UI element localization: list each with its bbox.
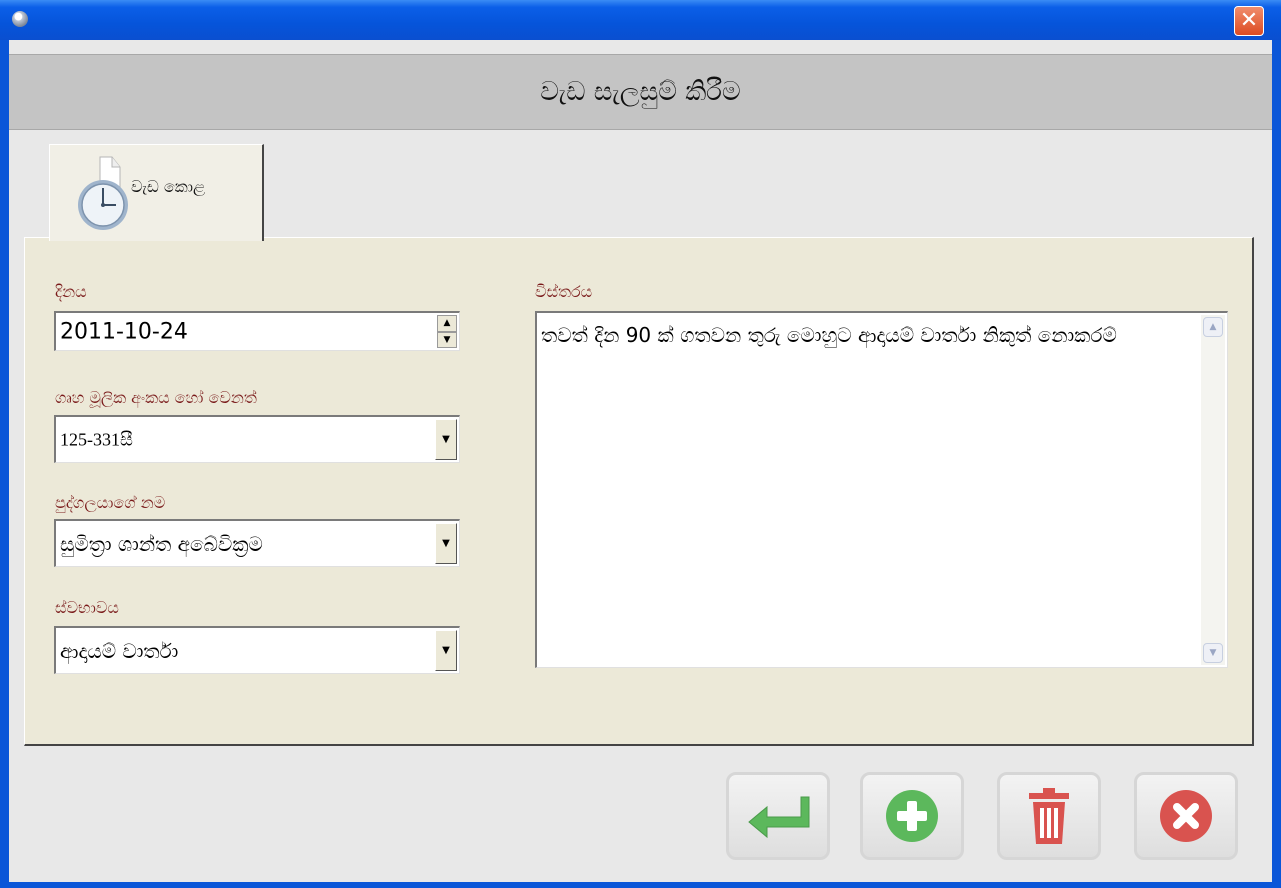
work-sheet-panel: දිනය 2011-10-24 ▲ ▼ ගෘහ මූලික අංකය හෝ වෙ… [24, 237, 1254, 746]
close-circle-icon [1160, 790, 1212, 842]
tab-work-sheet[interactable]: වැඩ කොළ [49, 144, 264, 241]
description-label: විස්තරය [535, 282, 593, 301]
nature-value: ආදායම් වාර්තා [60, 638, 179, 663]
date-field[interactable]: 2011-10-24 ▲ ▼ [54, 311, 460, 351]
house-id-label: ගෘහ මූලික අංකය හෝ වෙනත් [55, 388, 257, 407]
house-id-select[interactable]: 125-331සී ▼ [54, 415, 460, 463]
date-label: දිනය [55, 282, 87, 301]
person-name-label: පුද්ගලයාගේ නම [55, 493, 166, 512]
plus-icon [886, 790, 938, 842]
delete-button[interactable] [997, 772, 1101, 860]
vertical-scrollbar[interactable]: ▲ ▼ [1201, 315, 1225, 665]
person-name-select[interactable]: සුමිත්‍රා ශාන්ත අබේවික්‍රම ▼ [54, 519, 460, 567]
clock-icon [78, 156, 128, 230]
date-spinner[interactable]: ▲ ▼ [437, 315, 457, 348]
title-bar[interactable]: ✕ [0, 0, 1281, 40]
spin-up-icon[interactable]: ▲ [437, 315, 457, 332]
person-name-value: සුමිත්‍රා ශාන්ත අබේවික්‍රම [60, 531, 263, 556]
add-button[interactable] [860, 772, 964, 860]
client-area: වැඩ සැලසුම් කිරීම වැඩ කොළ දිනය 2011-10-2… [9, 40, 1272, 882]
cancel-button[interactable] [1134, 772, 1238, 860]
enter-arrow-icon [748, 796, 810, 839]
form-header: වැඩ සැලසුම් කිරීම [9, 54, 1272, 130]
scroll-down-icon[interactable]: ▼ [1203, 643, 1223, 663]
house-id-value: 125-331සී [60, 429, 133, 449]
app-icon[interactable] [12, 11, 28, 27]
app-window: ✕ වැඩ සැලසුම් කිරීම වැඩ කොළ දිනය 2011-10… [0, 0, 1281, 888]
nature-label: ස්වභාවය [55, 598, 119, 617]
description-value: තවත් දින 90 ක් ගතවන තුරු මොහුට ආදායම් වා… [541, 323, 1117, 347]
tab-label: වැඩ කොළ [131, 177, 206, 196]
date-value: 2011-10-24 [60, 319, 188, 344]
chevron-down-icon[interactable]: ▼ [435, 419, 457, 460]
nature-select[interactable]: ආදායම් වාර්තා ▼ [54, 626, 460, 674]
window-close-button[interactable]: ✕ [1234, 6, 1264, 36]
chevron-down-icon[interactable]: ▼ [435, 630, 457, 671]
description-textarea[interactable]: තවත් දින 90 ක් ගතවන තුරු මොහුට ආදායම් වා… [535, 311, 1228, 668]
page-title: වැඩ සැලසුම් කිරීම [540, 76, 741, 107]
trash-icon [1029, 788, 1069, 844]
spin-down-icon[interactable]: ▼ [437, 331, 457, 348]
chevron-down-icon[interactable]: ▼ [435, 523, 457, 564]
scroll-up-icon[interactable]: ▲ [1203, 317, 1223, 337]
enter-button[interactable] [726, 772, 830, 860]
